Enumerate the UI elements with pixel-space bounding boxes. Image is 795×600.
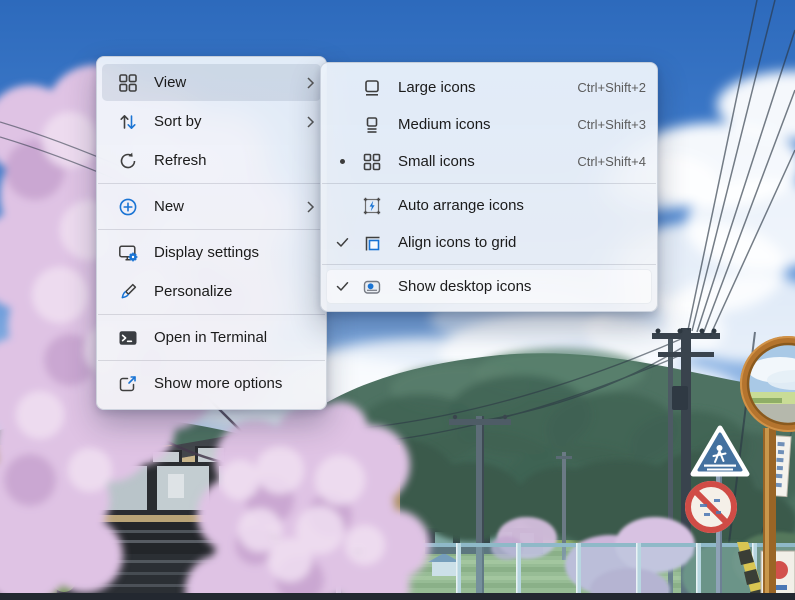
paintbrush-icon	[118, 282, 138, 302]
display-settings-icon	[118, 243, 138, 263]
chevron-right-icon	[306, 115, 315, 129]
bottom-strip	[0, 593, 795, 600]
external-arrow-icon	[118, 374, 138, 394]
menu-item-label: Open in Terminal	[154, 329, 315, 346]
menu-item-personalize[interactable]: Personalize	[102, 273, 321, 310]
desktop-context-menu: View Sort by Refresh	[96, 56, 327, 410]
submenu-item-label: Small icons	[398, 153, 563, 170]
menu-item-label: Sort by	[154, 113, 306, 130]
chevron-right-icon	[306, 76, 315, 90]
menu-item-open-in-terminal[interactable]: Open in Terminal	[102, 319, 321, 356]
submenu-item-label: Auto arrange icons	[398, 197, 646, 214]
submenu-item-show-desktop-icons[interactable]: Show desktop icons	[326, 269, 652, 304]
view-submenu: Large icons Ctrl+Shift+2 Medium icons Ct…	[320, 62, 658, 312]
menu-item-label: New	[154, 198, 306, 215]
shortcut-label: Ctrl+Shift+4	[563, 154, 646, 169]
menu-item-view[interactable]: View	[102, 64, 321, 101]
menu-item-label: Show more options	[154, 375, 315, 392]
plus-circle-icon	[118, 197, 138, 217]
no-parking-sign	[685, 481, 737, 533]
show-desktop-icon	[362, 277, 382, 297]
menu-item-label: Display settings	[154, 244, 315, 261]
shortcut-label: Ctrl+Shift+2	[563, 80, 646, 95]
auto-arrange-icon	[362, 196, 382, 216]
menu-item-label: Refresh	[154, 152, 315, 169]
menu-item-new[interactable]: New	[102, 188, 321, 225]
submenu-item-label: Align icons to grid	[398, 234, 646, 251]
submenu-item-label: Show desktop icons	[398, 278, 646, 295]
menu-separator	[322, 264, 656, 265]
menu-separator	[98, 360, 325, 361]
desktop: View Sort by Refresh	[0, 0, 795, 600]
menu-item-display-settings[interactable]: Display settings	[102, 234, 321, 271]
submenu-item-medium-icons[interactable]: Medium icons Ctrl+Shift+3	[326, 107, 652, 142]
menu-item-refresh[interactable]: Refresh	[102, 142, 321, 179]
submenu-item-large-icons[interactable]: Large icons Ctrl+Shift+2	[326, 70, 652, 105]
menu-item-sort-by[interactable]: Sort by	[102, 103, 321, 140]
menu-item-show-more-options[interactable]: Show more options	[102, 365, 321, 402]
menu-separator	[98, 314, 325, 315]
refresh-icon	[118, 151, 138, 171]
chevron-right-icon	[306, 200, 315, 214]
checkmark-icon	[336, 281, 349, 292]
submenu-item-auto-arrange-icons[interactable]: Auto arrange icons	[326, 188, 652, 223]
menu-item-label: Personalize	[154, 283, 315, 300]
submenu-item-small-icons[interactable]: Small icons Ctrl+Shift+4	[326, 144, 652, 179]
submenu-item-align-icons-to-grid[interactable]: Align icons to grid	[326, 225, 652, 260]
small-icons-icon	[362, 152, 382, 172]
terminal-icon	[118, 328, 138, 348]
menu-item-label: View	[154, 74, 306, 91]
checkmark-icon	[336, 237, 349, 248]
sort-arrows-icon	[118, 112, 138, 132]
grid-icon	[118, 73, 138, 93]
align-grid-icon	[362, 233, 382, 253]
submenu-item-label: Large icons	[398, 79, 563, 96]
menu-separator	[98, 183, 325, 184]
shortcut-label: Ctrl+Shift+3	[563, 117, 646, 132]
menu-separator	[322, 183, 656, 184]
selected-radio-bullet	[340, 159, 345, 164]
medium-icons-icon	[362, 115, 382, 135]
large-icons-icon	[362, 78, 382, 98]
menu-separator	[98, 229, 325, 230]
submenu-item-label: Medium icons	[398, 116, 563, 133]
